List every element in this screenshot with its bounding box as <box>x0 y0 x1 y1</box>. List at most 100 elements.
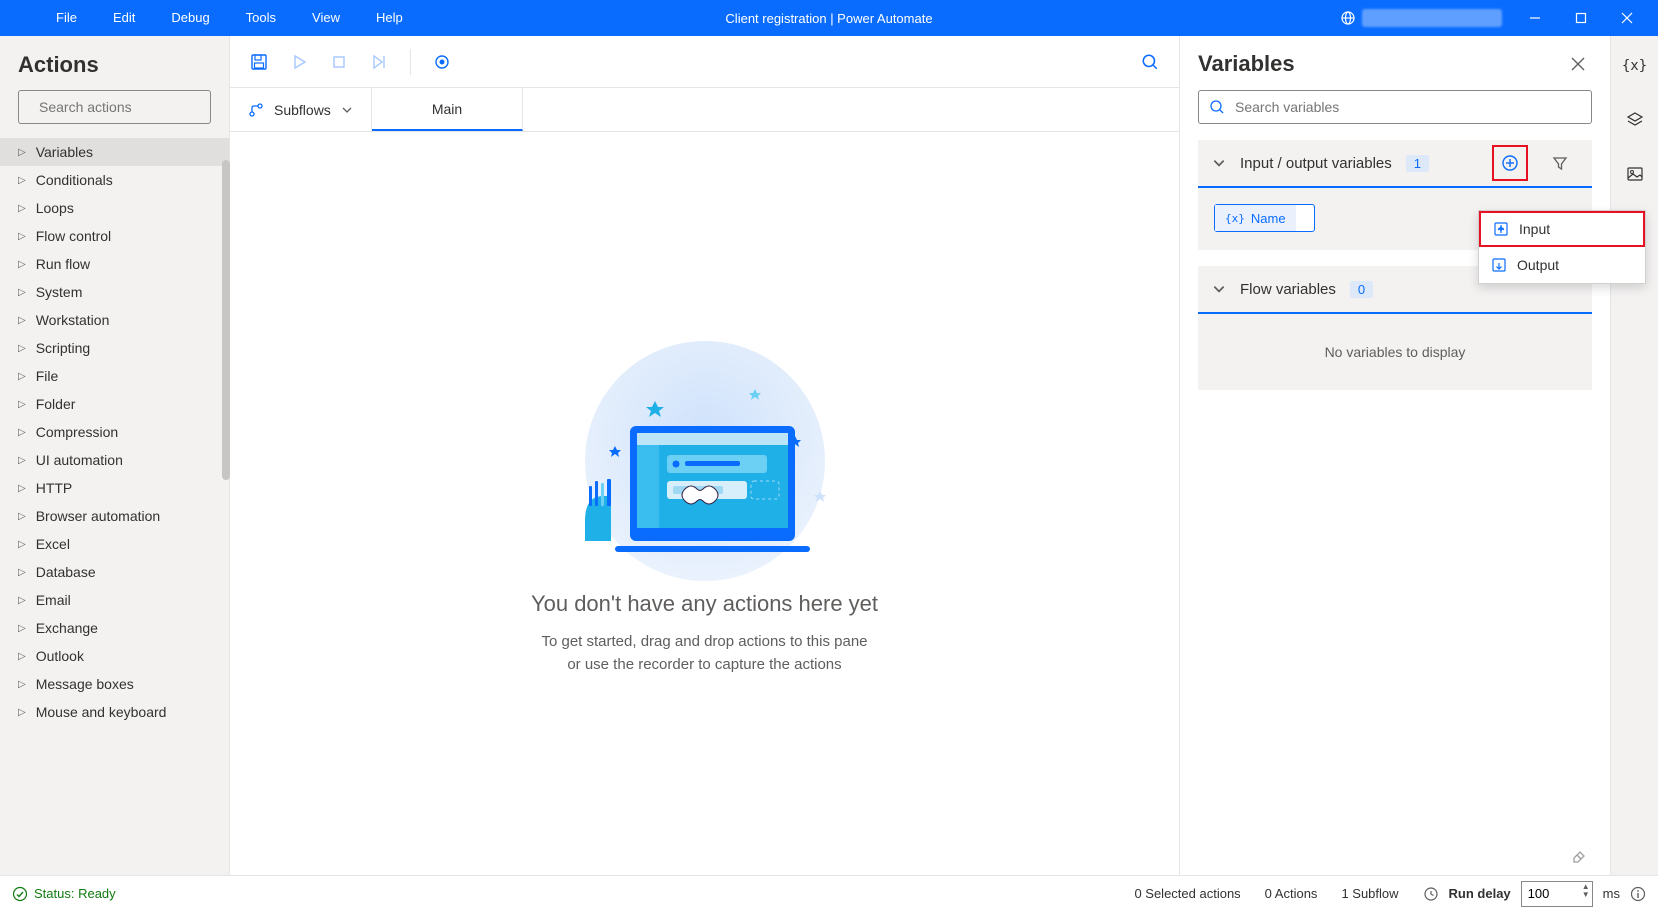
action-group-label: Mouse and keyboard <box>36 704 167 720</box>
info-icon[interactable] <box>1630 886 1646 902</box>
chevron-right-icon: ▷ <box>18 511 26 522</box>
action-group-browser-automation[interactable]: ▷Browser automation <box>0 502 229 530</box>
action-group-file[interactable]: ▷File <box>0 362 229 390</box>
action-group-label: Message boxes <box>36 676 134 692</box>
filter-variables-button[interactable] <box>1542 145 1578 181</box>
designer-area: Subflows Main <box>230 36 1180 875</box>
action-group-mouse-and-keyboard[interactable]: ▷Mouse and keyboard <box>0 698 229 726</box>
chevron-right-icon: ▷ <box>18 399 26 410</box>
action-group-label: Scripting <box>36 340 90 356</box>
subflows-dropdown[interactable]: Subflows <box>230 88 372 131</box>
variables-search[interactable] <box>1198 90 1592 124</box>
menu-help[interactable]: Help <box>358 0 421 36</box>
run-delay-input[interactable]: ▲▼ <box>1521 881 1593 907</box>
flow-variables-section: Flow variables 0 No variables to display <box>1198 266 1592 390</box>
chevron-down-icon <box>1212 156 1226 170</box>
rail-ui-elements-button[interactable] <box>1617 102 1653 138</box>
plus-circle-icon <box>1501 154 1519 172</box>
save-button[interactable] <box>242 45 276 79</box>
run-delay-field[interactable] <box>1528 886 1572 901</box>
add-variable-button[interactable] <box>1492 145 1528 181</box>
variables-close-button[interactable] <box>1564 50 1592 78</box>
chevron-right-icon: ▷ <box>18 595 26 606</box>
tab-main[interactable]: Main <box>372 88 523 131</box>
layers-icon <box>1626 111 1644 129</box>
input-icon <box>1493 221 1509 237</box>
action-group-label: Conditionals <box>36 172 113 188</box>
action-group-workstation[interactable]: ▷Workstation <box>0 306 229 334</box>
designer-search-button[interactable] <box>1133 45 1167 79</box>
scrollbar-thumb[interactable] <box>222 160 230 480</box>
stop-button[interactable] <box>322 45 356 79</box>
action-group-folder[interactable]: ▷ Folder <box>0 390 229 418</box>
action-group-label: Outlook <box>36 648 84 664</box>
chevron-right-icon: ▷ <box>18 455 26 466</box>
action-group-ui-automation[interactable]: ▷UI automation <box>0 446 229 474</box>
menu-item-input[interactable]: Input <box>1479 211 1645 247</box>
action-group-label: Workstation <box>36 312 110 328</box>
status-indicator: Status: Ready <box>12 886 116 902</box>
chevron-right-icon: ▷ <box>18 147 26 158</box>
action-group-message-boxes[interactable]: ▷Message boxes <box>0 670 229 698</box>
designer-canvas[interactable]: You don't have any actions here yet To g… <box>230 132 1179 875</box>
image-icon <box>1626 165 1644 183</box>
minimize-button[interactable] <box>1512 0 1558 36</box>
action-groups-list[interactable]: ▷Variables▷Conditionals▷Loops▷Flow contr… <box>0 138 229 875</box>
action-group-email[interactable]: ▷ Email <box>0 586 229 614</box>
empty-illustration <box>545 331 865 581</box>
rail-variables-button[interactable]: {x} <box>1617 48 1653 84</box>
action-group-scripting[interactable]: ▷Scripting <box>0 334 229 362</box>
variable-icon: {x} <box>1225 212 1245 225</box>
action-group-conditionals[interactable]: ▷Conditionals <box>0 166 229 194</box>
action-group-compression[interactable]: ▷Compression <box>0 418 229 446</box>
subflow-icon <box>248 102 264 118</box>
clock-icon <box>1423 886 1439 902</box>
variables-search-input[interactable] <box>1235 99 1581 115</box>
variable-name-label: Name <box>1251 211 1286 226</box>
action-group-database[interactable]: ▷Database <box>0 558 229 586</box>
action-group-flow-control[interactable]: ▷Flow control <box>0 222 229 250</box>
actions-header: Actions <box>0 36 229 90</box>
actions-search[interactable] <box>18 90 211 124</box>
flow-variables-label: Flow variables <box>1240 281 1336 298</box>
chevron-down-icon <box>1212 282 1226 296</box>
run-button[interactable] <box>282 45 316 79</box>
clear-variables-button[interactable] <box>1570 846 1588 869</box>
io-variables-count: 1 <box>1406 155 1429 172</box>
eraser-icon <box>1570 846 1588 864</box>
action-group-http[interactable]: ▷HTTP <box>0 474 229 502</box>
menu-item-output[interactable]: Output <box>1479 247 1645 283</box>
menu-file[interactable]: File <box>38 0 95 36</box>
action-group-excel[interactable]: ▷Excel <box>0 530 229 558</box>
right-rail: {x} <box>1610 36 1658 875</box>
action-group-run-flow[interactable]: ▷Run flow <box>0 250 229 278</box>
action-group-system[interactable]: ▷System <box>0 278 229 306</box>
action-group-variables[interactable]: ▷Variables <box>0 138 229 166</box>
environment-indicator[interactable] <box>1340 9 1502 27</box>
menu-tools[interactable]: Tools <box>228 0 294 36</box>
menu-edit[interactable]: Edit <box>95 0 153 36</box>
chevron-down-icon <box>341 104 353 116</box>
close-button[interactable] <box>1604 0 1650 36</box>
run-next-button[interactable] <box>362 45 396 79</box>
recorder-button[interactable] <box>425 45 459 79</box>
action-group-label: Folder <box>36 396 76 412</box>
action-group-loops[interactable]: ▷Loops <box>0 194 229 222</box>
chevron-right-icon: ▷ <box>18 539 26 550</box>
maximize-button[interactable] <box>1558 0 1604 36</box>
action-group-outlook[interactable]: ▷Outlook <box>0 642 229 670</box>
globe-icon <box>1340 10 1356 26</box>
action-group-exchange[interactable]: ▷Exchange <box>0 614 229 642</box>
designer-toolbar <box>230 36 1179 88</box>
rail-images-button[interactable] <box>1617 156 1653 192</box>
run-delay-spinner[interactable]: ▲▼ <box>1582 883 1590 899</box>
actions-search-input[interactable] <box>39 99 220 115</box>
menu-debug[interactable]: Debug <box>153 0 227 36</box>
chevron-right-icon: ▷ <box>18 259 26 270</box>
io-variables-header[interactable]: Input / output variables 1 <box>1198 140 1592 188</box>
action-group-label: Compression <box>36 424 118 440</box>
action-group-label: Email <box>36 592 71 608</box>
variable-chip-name[interactable]: {x} Name <box>1214 204 1315 232</box>
action-group-label: Database <box>36 564 96 580</box>
menu-view[interactable]: View <box>294 0 358 36</box>
